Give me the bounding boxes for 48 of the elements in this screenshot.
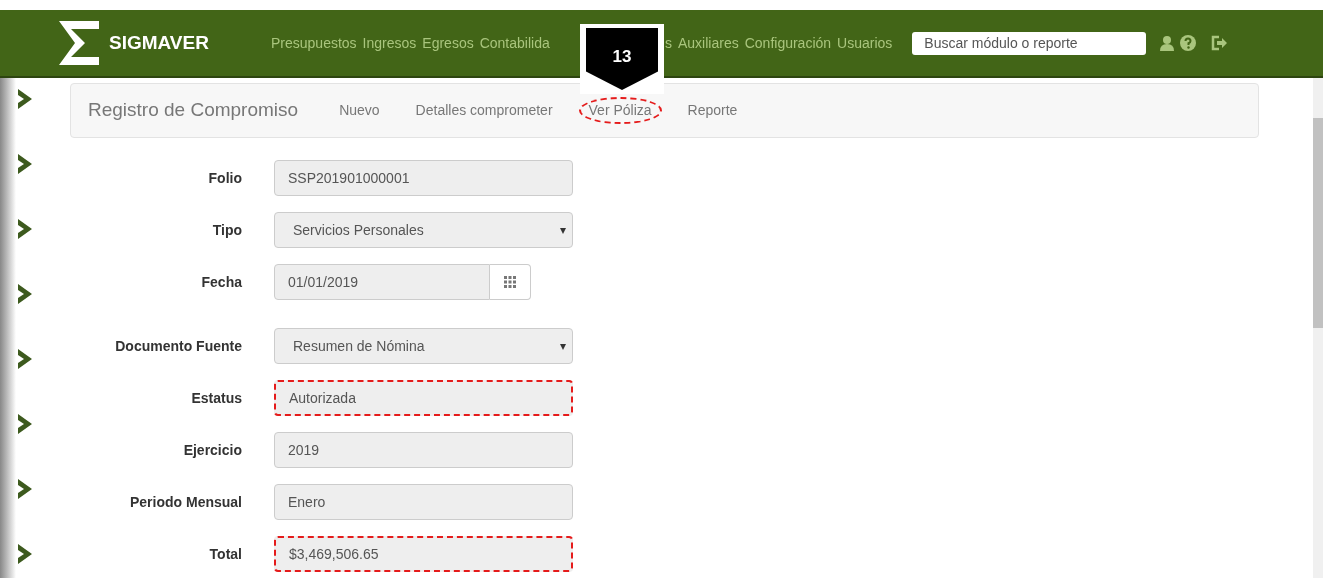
chevron-icon bbox=[16, 478, 34, 500]
field-label: Ejercicio bbox=[182, 440, 242, 460]
brand-name: SIGMAVER bbox=[109, 30, 209, 55]
subnav-link[interactable]: Detalles comprometer bbox=[405, 97, 563, 124]
field-label: Folio bbox=[207, 168, 242, 188]
chevron-icon bbox=[16, 218, 34, 240]
input-field[interactable]: SSP201901000001 bbox=[274, 160, 573, 196]
nav-link[interactable]: Presupuestos bbox=[271, 32, 357, 54]
nav-link[interactable]: Usuarios bbox=[837, 32, 893, 54]
field-label: Fecha bbox=[200, 272, 242, 292]
chevron-icon bbox=[16, 88, 34, 110]
grid-icon bbox=[504, 276, 516, 288]
chevron-icon bbox=[16, 348, 34, 370]
callout-marker: 13 bbox=[580, 24, 664, 94]
field-label: Periodo Mensual bbox=[128, 492, 242, 512]
chevron-icon bbox=[16, 283, 34, 305]
page-title: Registro de Compromiso bbox=[88, 98, 299, 123]
field-label: Estatus bbox=[190, 388, 242, 408]
help-icon[interactable] bbox=[1180, 35, 1197, 51]
dropdown-field[interactable]: Servicios Personales ▾ bbox=[274, 212, 573, 248]
field-label: Documento Fuente bbox=[114, 336, 242, 356]
subnav-link[interactable]: Nuevo bbox=[329, 97, 390, 124]
calendar-button[interactable] bbox=[490, 264, 531, 300]
nav-link[interactable]: Contabilida bbox=[479, 32, 550, 54]
caret-icon: ▾ bbox=[560, 337, 566, 355]
date-field[interactable]: 01/01/2019 bbox=[274, 264, 490, 300]
nav-link[interactable]: Configuración bbox=[744, 32, 832, 54]
input-field[interactable]: 2019 bbox=[274, 432, 573, 468]
caret-icon: ▾ bbox=[560, 221, 566, 239]
field-label: Total bbox=[208, 544, 242, 564]
scrollbar[interactable] bbox=[1313, 78, 1323, 578]
nav-link[interactable]: Ingresos bbox=[362, 32, 417, 54]
nav-link[interactable]: Egresos bbox=[422, 32, 474, 54]
input-field[interactable]: Autorizada bbox=[274, 380, 573, 416]
chevron-icon bbox=[16, 413, 34, 435]
nav-link[interactable]: Auxiliares bbox=[678, 32, 739, 54]
field-label: Tipo bbox=[211, 220, 242, 240]
chevron-icon bbox=[16, 543, 34, 565]
chevron-icon bbox=[16, 153, 34, 175]
nav-link[interactable]: s bbox=[665, 32, 672, 54]
input-field[interactable]: Enero bbox=[274, 484, 573, 520]
user-icon[interactable] bbox=[1160, 35, 1175, 51]
search-field[interactable]: Buscar módulo o reporte bbox=[912, 31, 1147, 55]
logout-icon[interactable] bbox=[1210, 35, 1229, 51]
subnav-link[interactable]: Ver Póliza bbox=[578, 97, 662, 124]
input-field[interactable]: $3,469,506.65 bbox=[274, 536, 573, 572]
subnav-link[interactable]: Reporte bbox=[677, 97, 748, 124]
dropdown-field[interactable]: Resumen de Nómina ▾ bbox=[274, 328, 573, 364]
